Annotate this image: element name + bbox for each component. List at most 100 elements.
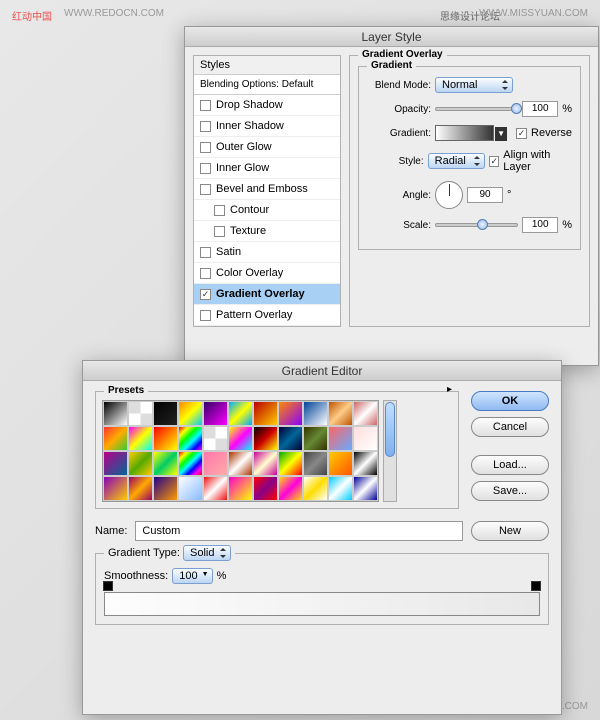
style-item-drop-shadow[interactable]: Drop Shadow (194, 95, 340, 116)
preset-swatch[interactable] (203, 451, 228, 476)
style-checkbox[interactable] (214, 205, 225, 216)
preset-swatch[interactable] (278, 451, 303, 476)
preset-swatch[interactable] (153, 451, 178, 476)
preset-swatch[interactable] (253, 426, 278, 451)
scale-slider[interactable] (435, 223, 518, 227)
style-checkbox[interactable] (214, 226, 225, 237)
preset-swatch[interactable] (228, 451, 253, 476)
style-item-inner-glow[interactable]: Inner Glow (194, 158, 340, 179)
style-checkbox[interactable] (200, 247, 211, 258)
presets-menu-icon[interactable]: ▸ (447, 384, 452, 395)
blend-mode-select[interactable]: Normal (435, 77, 513, 93)
preset-swatch[interactable] (228, 476, 253, 501)
preset-swatch[interactable] (178, 451, 203, 476)
preset-swatch[interactable] (353, 451, 378, 476)
opacity-stop-left[interactable] (103, 581, 113, 591)
preset-swatch[interactable] (153, 476, 178, 501)
style-checkbox[interactable] (200, 289, 211, 300)
preset-swatch[interactable] (278, 476, 303, 501)
preset-swatch[interactable] (228, 401, 253, 426)
opacity-value[interactable]: 100 (522, 101, 558, 117)
preset-swatch[interactable] (353, 476, 378, 501)
preset-swatch[interactable] (353, 426, 378, 451)
opacity-stop-right[interactable] (531, 581, 541, 591)
style-item-contour[interactable]: Contour (194, 200, 340, 221)
presets-scrollbar[interactable] (383, 400, 397, 502)
cancel-button[interactable]: Cancel (471, 417, 549, 437)
preset-swatch[interactable] (128, 426, 153, 451)
style-checkbox[interactable] (200, 268, 211, 279)
style-label: Outer Glow (216, 141, 272, 153)
style-checkbox[interactable] (200, 142, 211, 153)
preset-swatch[interactable] (278, 426, 303, 451)
ok-button[interactable]: OK (471, 391, 549, 411)
preset-swatch[interactable] (328, 476, 353, 501)
style-label: Gradient Overlay (216, 288, 305, 300)
scale-value[interactable]: 100 (522, 217, 558, 233)
preset-swatch[interactable] (328, 451, 353, 476)
preset-swatch[interactable] (253, 401, 278, 426)
style-item-inner-shadow[interactable]: Inner Shadow (194, 116, 340, 137)
name-input[interactable]: Custom (135, 521, 463, 541)
styles-header[interactable]: Styles (194, 56, 340, 75)
style-item-satin[interactable]: Satin (194, 242, 340, 263)
preset-swatch[interactable] (203, 401, 228, 426)
save-button[interactable]: Save... (471, 481, 549, 501)
preset-swatch[interactable] (253, 476, 278, 501)
new-button[interactable]: New (471, 521, 549, 541)
preset-swatch[interactable] (128, 401, 153, 426)
style-label: Drop Shadow (216, 99, 283, 111)
preset-swatch[interactable] (153, 426, 178, 451)
style-select[interactable]: Radial (428, 153, 486, 169)
style-item-bevel-and-emboss[interactable]: Bevel and Emboss (194, 179, 340, 200)
preset-swatch[interactable] (203, 426, 228, 451)
reverse-checkbox[interactable] (516, 128, 527, 139)
preset-swatch[interactable] (103, 426, 128, 451)
style-checkbox[interactable] (200, 310, 211, 321)
style-item-pattern-overlay[interactable]: Pattern Overlay (194, 305, 340, 326)
style-checkbox[interactable] (200, 121, 211, 132)
style-checkbox[interactable] (200, 100, 211, 111)
gradient-picker[interactable] (435, 125, 494, 141)
preset-swatch[interactable] (278, 401, 303, 426)
align-label: Align with Layer (503, 149, 572, 173)
style-label: Pattern Overlay (216, 309, 292, 321)
preset-swatch[interactable] (303, 426, 328, 451)
preset-swatch[interactable] (253, 451, 278, 476)
style-label: Style: (367, 156, 424, 167)
style-item-color-overlay[interactable]: Color Overlay (194, 263, 340, 284)
preset-swatch[interactable] (303, 401, 328, 426)
angle-value[interactable]: 90 (467, 187, 503, 203)
style-item-outer-glow[interactable]: Outer Glow (194, 137, 340, 158)
preset-swatch[interactable] (228, 426, 253, 451)
preset-swatch[interactable] (153, 401, 178, 426)
preset-swatch[interactable] (103, 476, 128, 501)
preset-swatch[interactable] (178, 426, 203, 451)
angle-dial[interactable] (435, 181, 463, 209)
presets-grid (102, 400, 379, 502)
preset-swatch[interactable] (203, 476, 228, 501)
align-checkbox[interactable] (489, 156, 499, 167)
preset-swatch[interactable] (128, 476, 153, 501)
preset-swatch[interactable] (178, 476, 203, 501)
name-label: Name: (95, 525, 127, 537)
preset-swatch[interactable] (103, 401, 128, 426)
preset-swatch[interactable] (178, 401, 203, 426)
gradient-bar[interactable] (104, 592, 540, 616)
style-item-gradient-overlay[interactable]: Gradient Overlay (194, 284, 340, 305)
smoothness-select[interactable]: 100 (172, 568, 212, 584)
preset-swatch[interactable] (103, 451, 128, 476)
style-item-texture[interactable]: Texture (194, 221, 340, 242)
preset-swatch[interactable] (128, 451, 153, 476)
load-button[interactable]: Load... (471, 455, 549, 475)
blending-options[interactable]: Blending Options: Default (194, 75, 340, 95)
opacity-slider[interactable] (435, 107, 518, 111)
preset-swatch[interactable] (328, 401, 353, 426)
style-checkbox[interactable] (200, 163, 211, 174)
preset-swatch[interactable] (328, 426, 353, 451)
preset-swatch[interactable] (353, 401, 378, 426)
preset-swatch[interactable] (303, 476, 328, 501)
style-checkbox[interactable] (200, 184, 211, 195)
gradient-type-select[interactable]: Solid (183, 545, 231, 561)
preset-swatch[interactable] (303, 451, 328, 476)
